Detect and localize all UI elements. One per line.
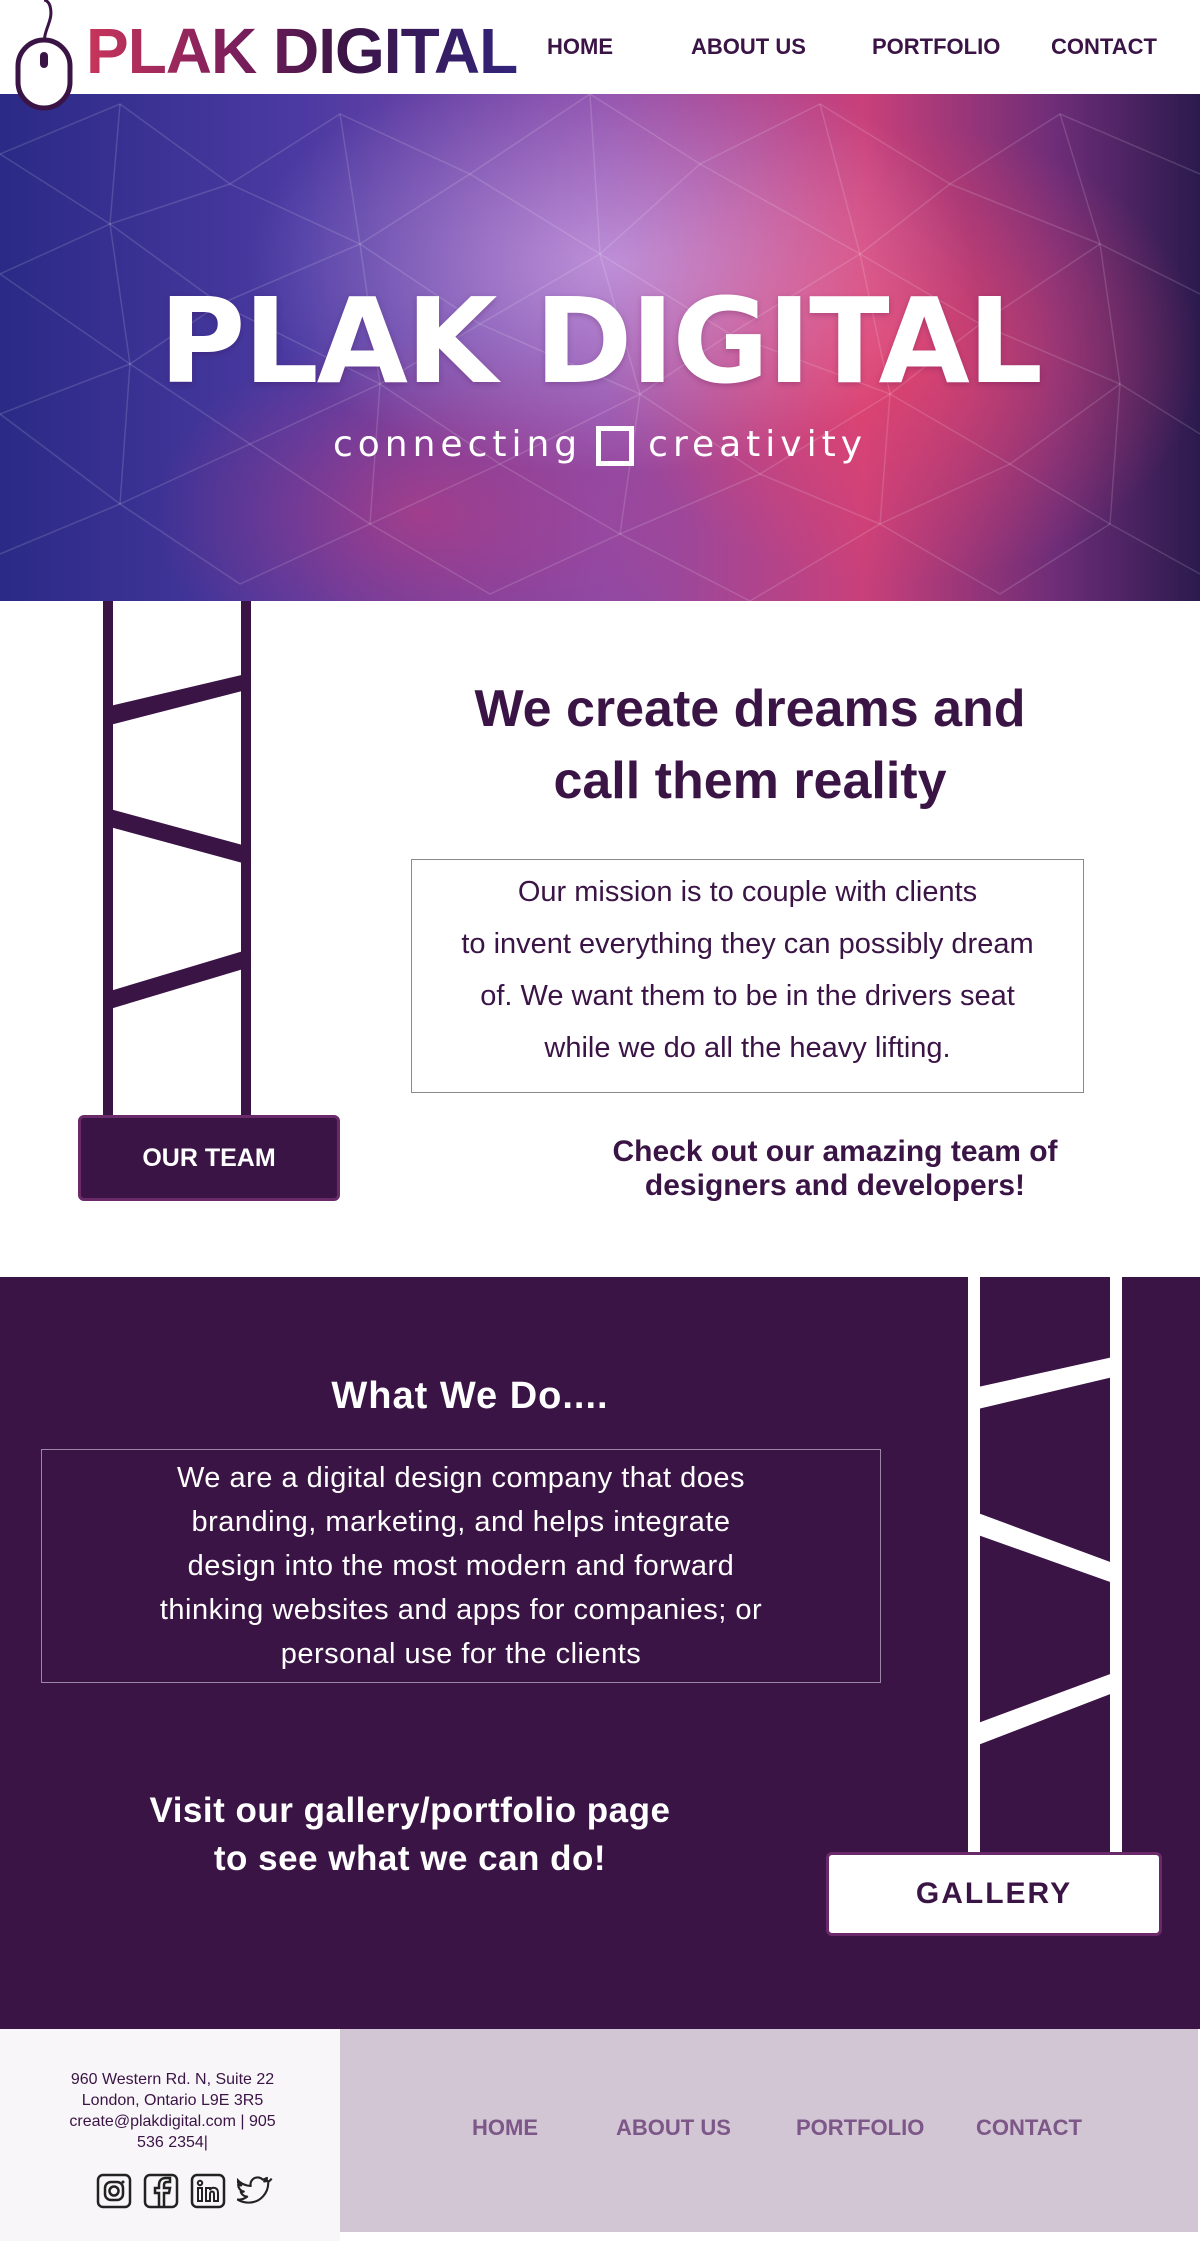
site-header: PLAK DIGITAL HOME ABOUT US PORTFOLIO CON… xyxy=(0,0,1200,111)
ladder-graphic xyxy=(103,601,251,1121)
address-block: 960 Western Rd. N, Suite 22 London, Onta… xyxy=(30,2069,315,2153)
intro-heading-line1: We create dreams and xyxy=(474,680,1026,738)
mission-line: to invent everything they can possibly d… xyxy=(461,928,1034,960)
services-line: branding, marketing, and helps integrate xyxy=(191,1506,731,1538)
nav-contact[interactable]: CONTACT xyxy=(1051,34,1157,60)
intro-section: OUR TEAM We create dreams and call them … xyxy=(0,601,1200,1277)
hero-title: PLAK DIGITAL xyxy=(159,272,1043,410)
linkedin-icon[interactable] xyxy=(190,2173,226,2209)
intro-heading-line2: call them reality xyxy=(553,752,947,810)
address-line: 536 2354| xyxy=(137,2134,208,2151)
mouse-icon xyxy=(15,0,73,111)
tagline-connecting: connecting xyxy=(332,424,583,465)
mission-line: Our mission is to couple with clients xyxy=(517,876,978,908)
services-box: We are a digital design company that doe… xyxy=(41,1449,881,1683)
services-line: personal use for the clients xyxy=(280,1638,642,1670)
mission-line: of. We want them to be in the drivers se… xyxy=(480,980,1015,1012)
footer-nav-contact[interactable]: CONTACT xyxy=(976,2115,1082,2141)
address-line: 960 Western Rd. N, Suite 22 xyxy=(70,2071,275,2088)
team-note-line1: Check out our amazing team of xyxy=(612,1135,1058,1168)
ladder-graphic xyxy=(968,1277,1122,1852)
footer-nav-about-us[interactable]: ABOUT US xyxy=(616,2115,731,2141)
nav-home[interactable]: HOME xyxy=(547,34,613,60)
hero-tagline: connecting creativity xyxy=(0,424,1200,466)
team-note-line2: designers and developers! xyxy=(644,1169,1026,1202)
logo-text: PLAK DIGITAL xyxy=(86,15,518,87)
nav-portfolio[interactable]: PORTFOLIO xyxy=(872,34,1000,60)
hero-banner: PLAK DIGITAL connecting creativity xyxy=(0,94,1200,601)
gallery-note-line1: Visit our gallery/portfolio page xyxy=(149,1791,671,1830)
services-section: What We Do.... We are a digital design c… xyxy=(0,1277,1200,2029)
team-note: Check out our amazing team of designers … xyxy=(560,1135,1110,1203)
site-footer: 960 Western Rd. N, Suite 22 London, Onta… xyxy=(0,2029,1200,2241)
services-line: design into the most modern and forward xyxy=(187,1550,735,1582)
gallery-note: Visit our gallery/portfolio page to see … xyxy=(30,1787,790,1883)
footer-nav-portfolio[interactable]: PORTFOLIO xyxy=(796,2115,924,2141)
services-heading: What We Do.... xyxy=(331,1375,609,1417)
footer-nav-home[interactable]: HOME xyxy=(472,2115,538,2141)
address-line: London, Ontario L9E 3R5 xyxy=(81,2092,264,2109)
gallery-note-line2: to see what we can do! xyxy=(213,1839,607,1878)
facebook-icon[interactable] xyxy=(143,2173,179,2209)
tagline-creativity: creativity xyxy=(648,424,868,465)
twitter-icon[interactable] xyxy=(237,2173,273,2209)
footer-nav: HOME ABOUT US PORTFOLIO CONTACT xyxy=(340,2029,1198,2232)
mission-line: while we do all the heavy lifting. xyxy=(544,1032,951,1064)
footer-contact: 960 Western Rd. N, Suite 22 London, Onta… xyxy=(0,2029,340,2241)
services-line: thinking websites and apps for companies… xyxy=(159,1594,763,1626)
square-icon xyxy=(596,426,635,466)
nav-about-us[interactable]: ABOUT US xyxy=(691,34,806,60)
intro-heading: We create dreams and call them reality xyxy=(430,673,1070,817)
logo[interactable]: PLAK DIGITAL xyxy=(14,0,518,111)
instagram-icon[interactable] xyxy=(96,2173,132,2209)
address-line[interactable]: create@plakdigital.com | 905 xyxy=(30,2111,315,2132)
our-team-button[interactable]: OUR TEAM xyxy=(78,1115,340,1201)
gallery-button[interactable]: GALLERY xyxy=(826,1852,1162,1936)
services-line: We are a digital design company that doe… xyxy=(176,1462,746,1494)
mission-box: Our mission is to couple with clients to… xyxy=(411,859,1084,1093)
